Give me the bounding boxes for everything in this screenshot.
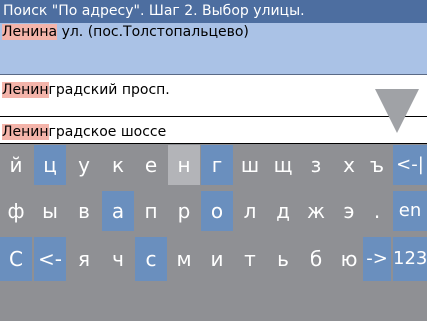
key-е[interactable]: е [135, 145, 167, 185]
key-ы[interactable]: ы [34, 191, 66, 231]
key-з[interactable]: з [300, 145, 332, 185]
key-ъ[interactable]: ъ [363, 145, 391, 185]
key-arrow-left[interactable]: <- [34, 237, 66, 281]
numeric-mode-key[interactable]: 123 [393, 237, 427, 281]
key-arrow-right[interactable]: -> [363, 237, 391, 281]
key-э[interactable]: э [333, 191, 365, 231]
key-ф[interactable]: ф [0, 191, 32, 231]
key-у[interactable]: у [68, 145, 100, 185]
match-highlight: Ленин [2, 82, 49, 98]
key-о[interactable]: о [201, 191, 233, 231]
language-switch-key[interactable]: en [393, 191, 427, 231]
match-highlight: Ленина [2, 24, 58, 40]
key-щ[interactable]: щ [267, 145, 299, 185]
page-title: Поиск "По адресу". Шаг 2. Выбор улицы. [0, 0, 427, 23]
key-в[interactable]: в [68, 191, 100, 231]
match-highlight: Ленин [2, 124, 49, 140]
key-б[interactable]: б [300, 237, 332, 281]
key-л[interactable]: л [234, 191, 266, 231]
key-д[interactable]: д [267, 191, 299, 231]
key-р[interactable]: р [168, 191, 200, 231]
key-н[interactable]: н [168, 145, 200, 185]
key-г[interactable]: г [201, 145, 233, 185]
street-result-item[interactable]: Ленинградское шоссе [0, 117, 427, 144]
key-с[interactable]: с [135, 237, 167, 281]
key-й[interactable]: й [0, 145, 32, 185]
street-name: градский просп. [48, 82, 170, 98]
key-а[interactable]: а [102, 191, 134, 231]
key-ч[interactable]: ч [102, 237, 134, 281]
key-ш[interactable]: ш [234, 145, 266, 185]
key-м[interactable]: м [168, 237, 200, 281]
street-name: градское шоссе [48, 124, 167, 140]
key-ж[interactable]: ж [300, 191, 332, 231]
onscreen-keyboard: й ц у к е н г ш щ з х ъ <-| ф ы в а п р … [0, 145, 427, 321]
scroll-down-arrow-icon[interactable] [375, 89, 419, 133]
key-т[interactable]: т [234, 237, 266, 281]
key-и[interactable]: и [201, 237, 233, 281]
key-к[interactable]: к [102, 145, 134, 185]
street-result-item[interactable]: Ленина ул. (пос.Толстопальцево) [0, 23, 427, 75]
street-results-list: Ленина ул. (пос.Толстопальцево) Ленингра… [0, 23, 427, 144]
street-name: ул. (пос.Толстопальцево) [57, 24, 249, 40]
key-ю[interactable]: ю [333, 237, 365, 281]
street-result-item[interactable]: Ленинградский просп. [0, 75, 427, 117]
key-dot[interactable]: . [363, 191, 391, 231]
key-п[interactable]: п [135, 191, 167, 231]
key-я[interactable]: я [68, 237, 100, 281]
key-ь[interactable]: ь [267, 237, 299, 281]
key-ц[interactable]: ц [34, 145, 66, 185]
key-х[interactable]: х [333, 145, 365, 185]
clear-key[interactable]: С [0, 237, 32, 281]
backspace-key[interactable]: <-| [393, 145, 427, 185]
